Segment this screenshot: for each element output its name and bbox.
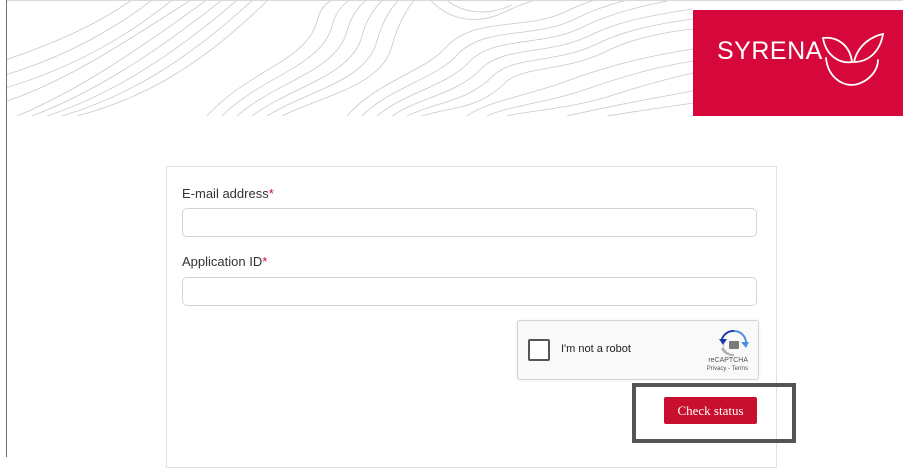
recaptcha-widget: I'm not a robot reCAPTCHA Privacy - Term… <box>517 320 759 380</box>
header-contour-pattern <box>7 1 693 116</box>
application-id-field[interactable] <box>182 277 757 306</box>
brand-logo[interactable]: SYRENA <box>693 10 903 116</box>
recaptcha-label: I'm not a robot <box>561 343 631 355</box>
recaptcha-privacy-terms-link[interactable]: Privacy - Terms <box>707 366 748 372</box>
required-marker: * <box>268 186 274 201</box>
syrena-leaf-logo-icon <box>818 30 888 95</box>
recaptcha-checkbox[interactable] <box>528 339 550 361</box>
application-id-field-label: Application ID* <box>182 254 268 269</box>
required-marker: * <box>262 254 268 269</box>
highlight-annotation-box <box>632 383 796 443</box>
email-field[interactable] <box>182 208 757 237</box>
brand-name: SYRENA <box>717 37 823 65</box>
recaptcha-brand: reCAPTCHA <box>708 357 748 364</box>
email-field-label: E-mail address* <box>182 186 274 201</box>
